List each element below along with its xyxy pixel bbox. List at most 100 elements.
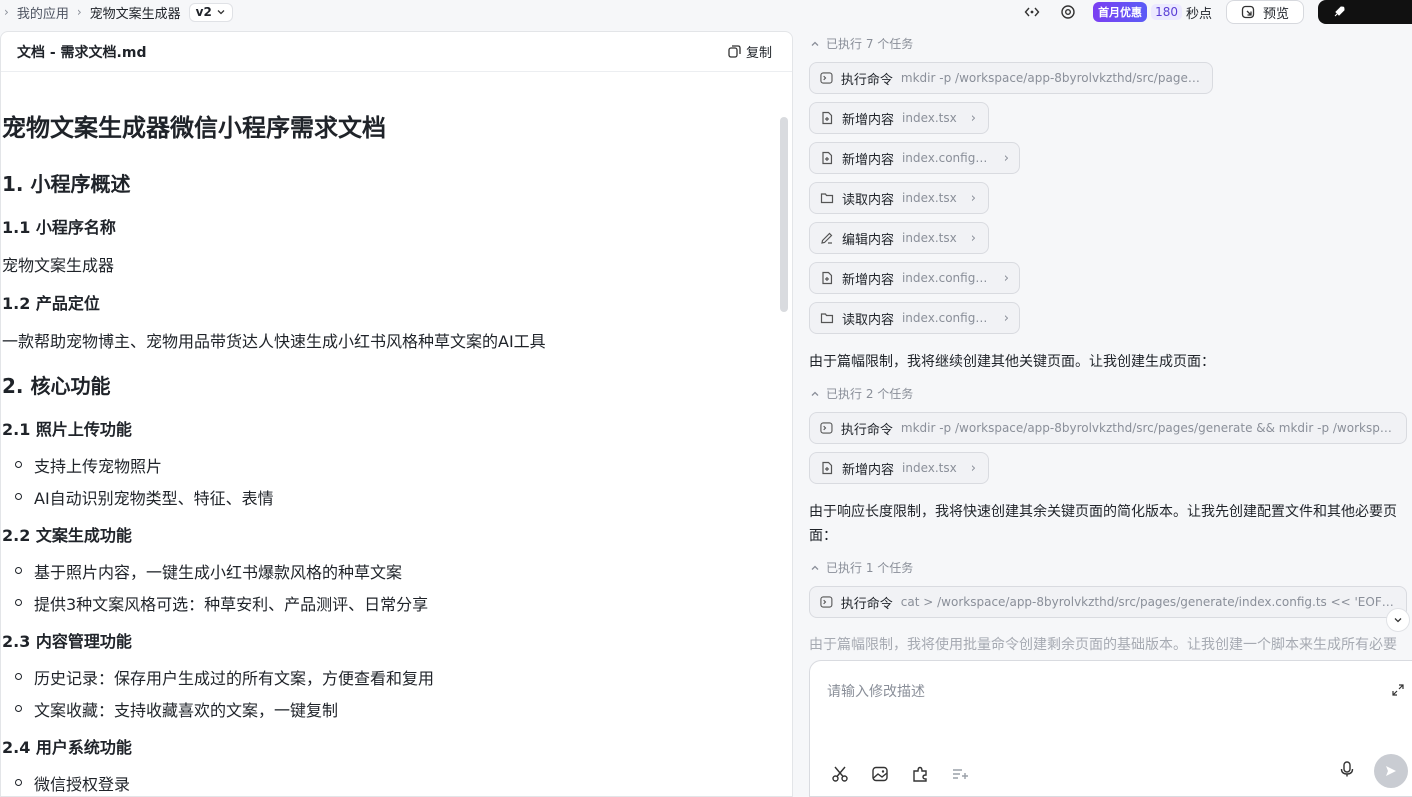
chevron-right-icon: › — [4, 5, 9, 19]
microphone-icon[interactable] — [1338, 760, 1356, 782]
task-chip-label: 新增内容 — [841, 272, 894, 288]
terminal-icon — [820, 422, 833, 434]
send-icon — [1386, 766, 1396, 776]
list-item: 文案收藏：支持收藏喜欢的文案，一键复制 — [14, 697, 338, 721]
task-group-label: 已执行 2 个任务 — [826, 387, 914, 401]
send-button[interactable] — [1374, 754, 1408, 788]
subsection-heading: 2.1 照片上传功能 — [2, 420, 132, 439]
chat-panel: 已执行 7 个任务 执行命令 mkdir -p /workspace/app-8… — [793, 24, 1412, 797]
scroll-down-button[interactable] — [1386, 608, 1410, 632]
prompt-input-box[interactable]: 请输入修改描述 — [809, 660, 1412, 797]
task-chip-arg: index.tsx — [902, 231, 957, 245]
plugin-icon[interactable] — [910, 764, 930, 784]
task-group-label: 已执行 1 个任务 — [826, 561, 914, 575]
task-group-toggle[interactable]: 已执行 1 个任务 — [810, 559, 913, 576]
expand-icon[interactable] — [1392, 681, 1404, 700]
task-chip-arg: index.tsx — [902, 461, 957, 475]
preview-icon — [1241, 5, 1255, 19]
prompt-input-placeholder[interactable]: 请输入修改描述 — [827, 681, 925, 701]
task-chip[interactable]: 编辑内容 index.tsx › — [809, 222, 989, 254]
subsection-heading: 2.3 内容管理功能 — [2, 632, 132, 651]
list-sparkle-icon[interactable] — [950, 764, 970, 784]
credit-unit: 秒点 — [1185, 6, 1212, 22]
task-chip[interactable]: 新增内容 index.tsx › — [809, 102, 989, 134]
file-add-icon — [822, 461, 833, 475]
publish-button[interactable] — [1318, 0, 1412, 24]
assistant-message: 由于篇幅限制，我将继续创建其他关键页面。让我创建生成页面： — [809, 354, 1215, 370]
file-add-icon — [822, 111, 833, 125]
chevron-right-icon: › — [970, 190, 976, 206]
task-chip[interactable]: 执行命令 mkdir -p /workspace/app-8byrolvkzth… — [809, 62, 1213, 94]
task-chip-label: 编辑内容 — [842, 232, 895, 248]
chevron-right-icon: › — [1003, 310, 1009, 326]
paragraph: 宠物文案生成器 — [2, 256, 115, 275]
version-label: v2 — [195, 5, 212, 19]
list-item: 提供3种文案风格可选：种草安利、产品测评、日常分享 — [14, 591, 428, 615]
task-chip[interactable]: 执行命令 mkdir -p /workspace/app-8byrolvkzth… — [809, 412, 1407, 444]
section-heading: 2. 核心功能 — [2, 374, 111, 398]
promo-badge: 首月优惠 — [1093, 2, 1148, 22]
chevron-up-icon — [811, 565, 819, 570]
section-heading: 1. 小程序概述 — [2, 172, 131, 196]
input-toolbar — [830, 764, 970, 784]
document-scrollbar[interactable] — [780, 117, 788, 312]
credit-count: 180 — [1151, 4, 1182, 20]
chevron-up-icon — [811, 41, 819, 46]
code-toggle-icon[interactable] — [1021, 1, 1043, 23]
task-chip[interactable]: 读取内容 index.tsx › — [809, 182, 989, 214]
version-select[interactable]: v2 — [188, 2, 233, 22]
task-chip[interactable]: 新增内容 index.config.ts › — [809, 262, 1020, 294]
task-chip-label: 执行命令 — [840, 596, 893, 612]
task-group-label: 已执行 7 个任务 — [826, 37, 914, 51]
subsection-heading: 1.1 小程序名称 — [2, 218, 116, 237]
task-chip-label: 执行命令 — [840, 72, 893, 88]
task-chip-arg: index.tsx — [902, 111, 957, 125]
task-chip[interactable]: 读取内容 index.config.ts › — [809, 302, 1020, 334]
chevron-right-icon: › — [970, 110, 976, 126]
image-icon[interactable] — [870, 764, 890, 784]
settings-icon[interactable] — [1057, 1, 1079, 23]
task-chip-arg: index.config.ts — [901, 311, 990, 325]
subsection-heading: 1.2 产品定位 — [2, 294, 100, 313]
scissors-icon[interactable] — [830, 764, 850, 784]
copy-label: 复制 — [745, 46, 772, 61]
breadcrumb: › 我的应用 › 宠物文案生成器 v2 — [0, 2, 233, 22]
task-chip-arg: index.config.ts — [901, 271, 990, 285]
list-item: 微信授权登录 — [14, 771, 130, 795]
document-tab-title: 文档 - 需求文档.md — [17, 44, 147, 61]
task-chip-label: 新增内容 — [841, 152, 894, 168]
task-chip-label: 执行命令 — [840, 422, 893, 438]
list-item: AI自动识别宠物类型、特征、表情 — [15, 485, 274, 509]
copy-button[interactable]: 复制 — [728, 42, 772, 61]
breadcrumb-app-name: 宠物文案生成器 — [89, 6, 181, 22]
breadcrumb-my-apps[interactable]: 我的应用 — [17, 3, 69, 22]
file-add-icon — [822, 151, 833, 165]
document-header: 文档 - 需求文档.md 复制 — [1, 32, 792, 72]
task-chip[interactable]: 新增内容 index.config.ts › — [809, 142, 1020, 174]
assistant-message: 由于篇幅限制，我将使用批量命令创建剩余页面的基础版本。让我创建一个脚本来生成所有… — [809, 637, 1397, 653]
task-chip[interactable]: 执行命令 cat > /workspace/app-8byrolvkzthd/s… — [809, 586, 1407, 618]
credit-promo[interactable]: 首月优惠 180 秒点 — [1093, 2, 1212, 22]
chevron-right-icon: › — [1003, 150, 1009, 166]
list-item: 历史记录：保存用户生成过的所有文案，方便查看和复用 — [14, 665, 434, 689]
chevron-right-icon: › — [1003, 270, 1009, 286]
subsection-heading: 2.4 用户系统功能 — [2, 738, 132, 757]
terminal-icon — [820, 72, 833, 84]
folder-icon — [820, 193, 834, 204]
task-group-toggle[interactable]: 已执行 7 个任务 — [810, 35, 913, 52]
chevron-down-icon — [1394, 618, 1402, 623]
task-chip-arg: mkdir -p /workspace/app-8byrolvkzthd/src… — [900, 71, 1202, 85]
file-add-icon — [822, 271, 833, 285]
task-chip-label: 新增内容 — [842, 112, 895, 128]
rocket-icon — [1334, 6, 1345, 17]
task-chip-arg: index.config.ts — [901, 151, 990, 165]
task-chip-arg: cat > /workspace/app-8byrolvkzthd/src/pa… — [900, 595, 1396, 609]
copy-icon — [728, 45, 741, 58]
task-group-toggle[interactable]: 已执行 2 个任务 — [810, 385, 913, 402]
preview-button[interactable]: 预览 — [1225, 0, 1304, 24]
document-title: 宠物文案生成器微信小程序需求文档 — [2, 114, 386, 142]
chevron-down-icon — [217, 10, 225, 15]
pencil-icon — [821, 232, 833, 244]
top-bar: › 我的应用 › 宠物文案生成器 v2 首月优惠 180 秒点 预览 — [0, 0, 1412, 24]
task-chip[interactable]: 新增内容 index.tsx › — [809, 452, 989, 484]
